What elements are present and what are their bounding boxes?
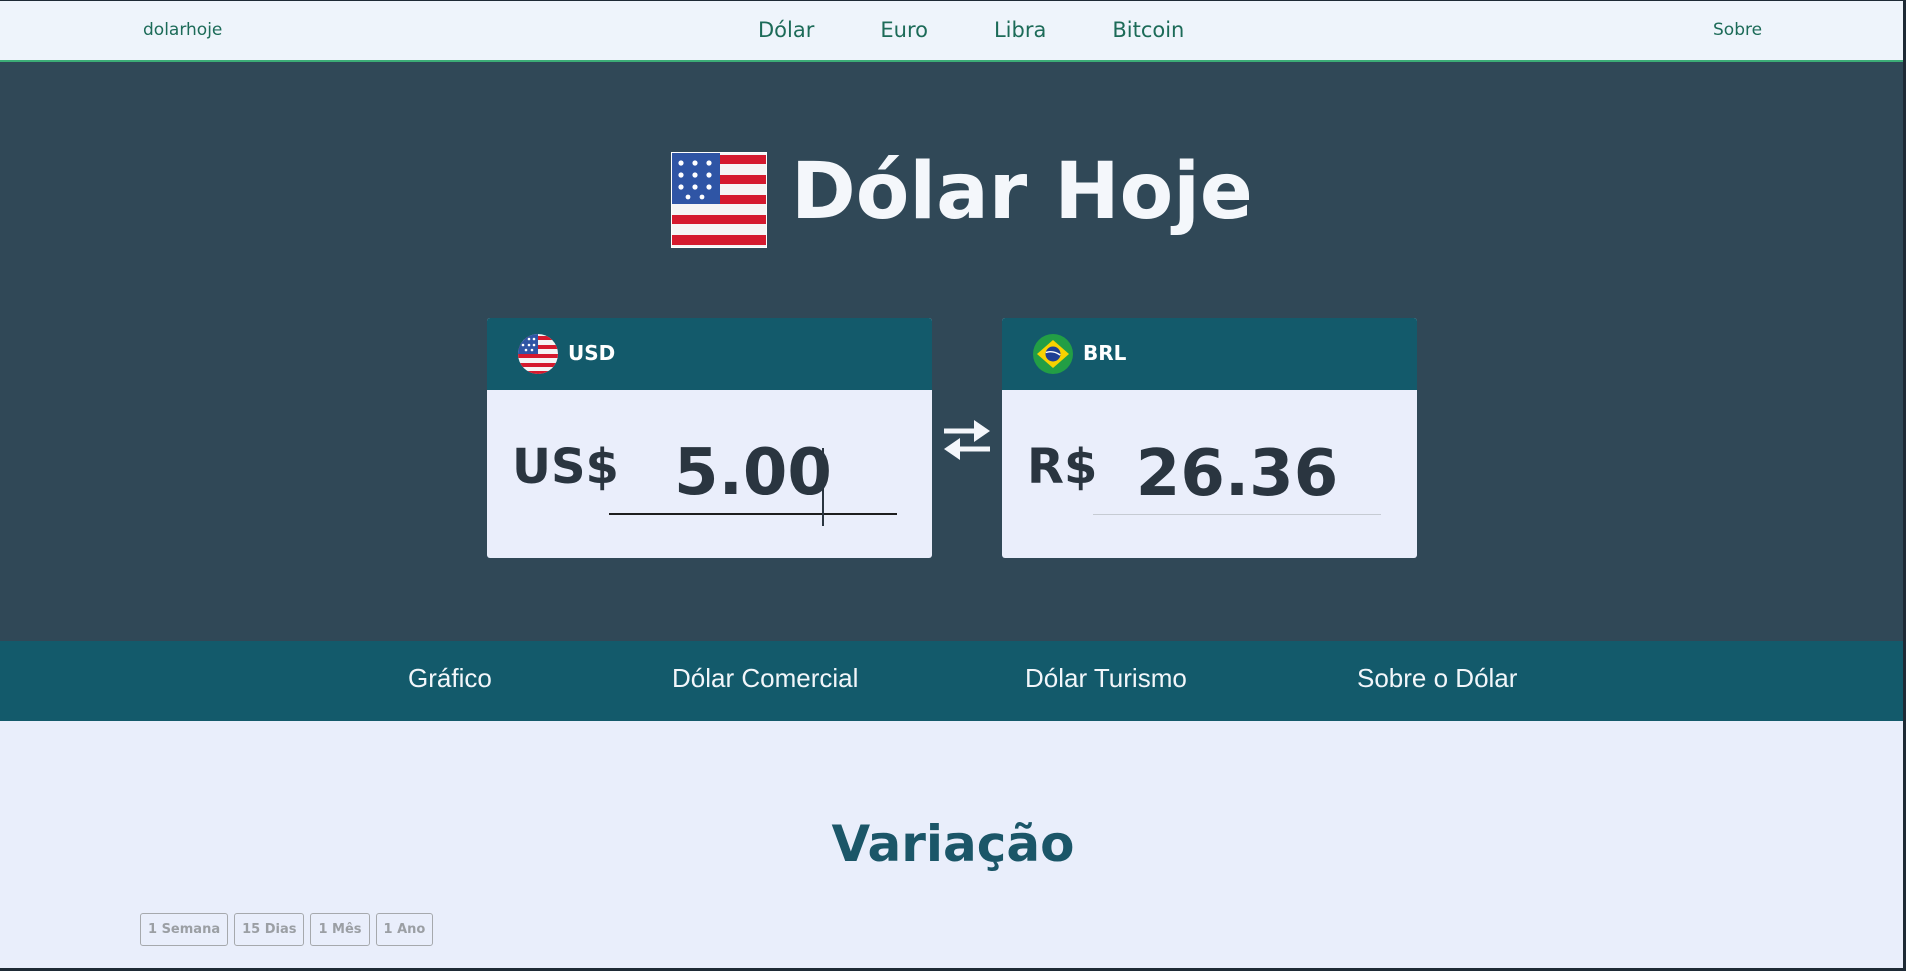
br-flag-round-icon <box>1033 334 1073 374</box>
from-amount-input[interactable] <box>609 433 897 515</box>
section-tabs: Gráfico Dólar Comercial Dólar Turismo So… <box>0 641 1906 721</box>
nav-link-libra[interactable]: Libra <box>994 18 1046 42</box>
range-selector: 1 Semana 15 Dias 1 Mês 1 Ano <box>140 913 439 946</box>
tab-dolar-comercial[interactable]: Dólar Comercial <box>672 663 858 694</box>
nav-link-euro[interactable]: Euro <box>880 18 928 42</box>
from-currency-header[interactable]: USD <box>487 318 932 390</box>
range-button-1-ano[interactable]: 1 Ano <box>375 913 434 946</box>
tab-grafico[interactable]: Gráfico <box>408 663 492 694</box>
top-nav: dolarhoje Dólar Euro Libra Bitcoin Sobre <box>0 0 1906 62</box>
from-currency-card: USD US$ <box>487 318 932 558</box>
to-currency-card: BRL R$ <box>1002 318 1417 558</box>
tab-sobre-o-dolar[interactable]: Sobre o Dólar <box>1357 663 1517 694</box>
from-currency-symbol: US$ <box>512 439 619 495</box>
nav-link-bitcoin[interactable]: Bitcoin <box>1112 18 1184 42</box>
page-title: Dólar Hoje <box>791 147 1253 237</box>
range-button-1-mes[interactable]: 1 Mês <box>310 913 370 946</box>
variation-title: Variação <box>831 815 1075 873</box>
tab-dolar-turismo[interactable]: Dólar Turismo <box>1025 663 1187 694</box>
to-amount-input[interactable] <box>1093 433 1381 515</box>
swap-arrows-icon[interactable] <box>940 412 994 466</box>
range-button-1-semana[interactable]: 1 Semana <box>140 913 229 946</box>
us-flag-icon <box>671 152 767 248</box>
range-button-15-dias[interactable]: 15 Dias <box>234 913 305 946</box>
to-currency-code: BRL <box>1083 341 1127 365</box>
us-flag-round-icon <box>518 334 558 374</box>
currency-nav: Dólar Euro Libra Bitcoin <box>758 18 1250 42</box>
to-currency-symbol: R$ <box>1027 439 1098 495</box>
hero: Dólar Hoje USD US$ 5.00 BRL R$ 26.36 <box>0 62 1906 641</box>
brand-link[interactable]: dolarhoje <box>143 20 222 40</box>
nav-link-dolar[interactable]: Dólar <box>758 18 814 42</box>
about-link[interactable]: Sobre <box>1713 20 1762 40</box>
text-caret <box>822 448 824 526</box>
to-currency-header[interactable]: BRL <box>1002 318 1417 390</box>
from-currency-code: USD <box>568 341 616 365</box>
